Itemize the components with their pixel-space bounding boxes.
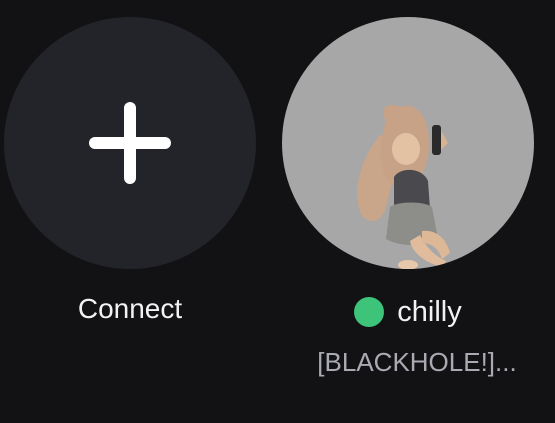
friend-avatar-chilly[interactable] [282,17,534,269]
friend-name-row[interactable]: chilly [282,294,534,330]
plus-icon [89,102,171,184]
friend-status-text: [BLACKHOLE!]... [317,347,517,377]
online-status-icon [354,297,385,327]
friend-name: chilly [397,296,462,328]
avatar-icon [357,104,450,269]
connect-label: Connect [77,293,183,324]
friends-carousel: Connect chilly [BLACKHOLE!]... [0,0,555,423]
connect-button[interactable] [4,17,256,269]
